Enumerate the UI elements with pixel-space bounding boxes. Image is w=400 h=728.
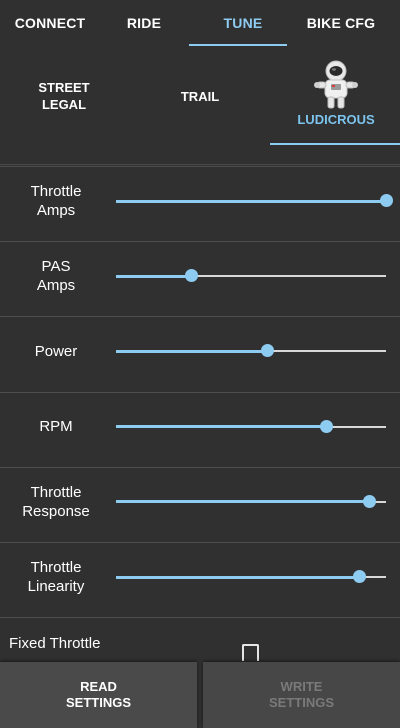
write-settings-button[interactable]: WRITE SETTINGS [203,662,400,728]
slider-row-rpm: RPM [0,391,400,460]
pas-amps-slider-fill [116,274,192,278]
read-settings-button[interactable]: READ SETTINGS [0,662,197,728]
tab-bike-cfg-label: BIKE CFG [306,15,376,31]
throttle-amps-slider[interactable] [116,194,393,207]
throttle-amps-slider-thumb[interactable] [379,194,393,207]
fixed-throttle-checkbox[interactable] [242,644,259,661]
rpm-label: RPM [39,418,73,436]
fixed-throttle-label: Fixed Throttle [9,635,101,652]
fixed-throttle-row: Fixed Throttle [0,617,400,662]
mode-selector: STREET LEGAL TRAIL LUDICROUS [0,46,400,165]
throttle-linearity-slider[interactable] [116,570,386,583]
pas-amps-slider[interactable] [116,269,386,283]
rpm-slider-thumb[interactable] [320,419,334,433]
mode-street-legal-label: STREET LEGAL [38,80,90,112]
throttle-response-slider-thumb[interactable] [363,494,377,508]
tab-bike-cfg[interactable]: BIKE CFG [291,0,391,46]
slider-row-throttle-linearity: Throttle Linearity [0,542,400,610]
rpm-slider[interactable] [116,419,386,433]
rpm-slider-fill [116,425,327,429]
throttle-linearity-label: Throttle Linearity [27,559,85,595]
mode-trail-label: TRAIL [180,88,220,104]
power-label: Power [34,342,78,360]
power-slider-fill [116,349,268,353]
power-slider-thumb[interactable] [260,344,274,358]
mode-ludicrous-label: LUDICROUS [297,112,375,127]
slider-row-throttle-amps: Throttle Amps [0,166,400,234]
tab-ride[interactable]: RIDE [94,0,194,46]
write-settings-label: WRITE SETTINGS [268,679,334,710]
throttle-linearity-slider-fill [116,575,359,579]
slider-row-pas-amps: PAS Amps [0,241,400,309]
throttle-response-slider-fill [116,500,370,504]
slider-row-power: Power [0,316,400,384]
power-slider[interactable] [116,344,386,358]
tab-connect[interactable]: CONNECT [0,0,100,46]
mode-trail[interactable]: TRAIL [136,46,264,146]
read-settings-label: READ SETTINGS [65,679,131,710]
divider [0,164,400,165]
tab-ride-label: RIDE [126,15,162,31]
mode-street-legal[interactable]: STREET LEGAL [0,46,128,146]
tab-tune[interactable]: TUNE [189,0,293,46]
throttle-linearity-slider-thumb[interactable] [352,570,366,583]
throttle-response-slider[interactable] [116,494,386,508]
slider-row-throttle-response: Throttle Response [0,466,400,535]
throttle-response-label: Throttle Response [22,483,90,520]
throttle-amps-label: Throttle Amps [30,183,82,219]
pas-amps-slider-thumb[interactable] [185,269,199,283]
throttle-amps-slider-fill [116,199,386,203]
tab-tune-label: TUNE [223,15,263,31]
pas-amps-label: PAS Amps [36,258,76,295]
astronaut-icon [314,60,358,109]
top-tab-bar: CONNECT RIDE TUNE BIKE CFG [0,0,400,46]
mode-active-indicator [270,143,400,145]
tab-connect-label: CONNECT [14,15,86,31]
